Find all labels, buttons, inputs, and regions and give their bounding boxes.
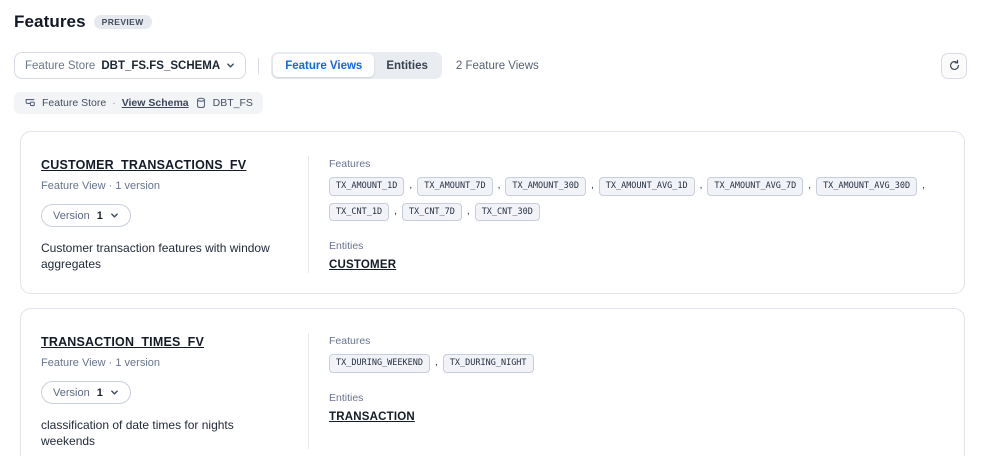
feature-chip: TX_CNT_30D <box>475 203 540 222</box>
feature-chip: TX_AMOUNT_1D <box>329 177 404 196</box>
feature-chip: TX_AMOUNT_7D <box>417 177 492 196</box>
feature-view-description: classification of date times for nights … <box>41 417 291 449</box>
card-details: Features TX_AMOUNT_1D,TX_AMOUNT_7D,TX_AM… <box>309 156 944 273</box>
entity-link[interactable]: TRANSACTION <box>329 411 415 423</box>
version-dropdown[interactable]: Version 1 <box>41 381 131 404</box>
view-schema-link[interactable]: View Schema <box>122 97 189 109</box>
refresh-icon <box>948 59 961 72</box>
feature-chip: TX_AMOUNT_30D <box>505 177 586 196</box>
features-chip-list: TX_DURING_WEEKEND, TX_DURING_NIGHT <box>329 354 939 373</box>
breadcrumb: Feature Store · View Schema DBT_FS <box>14 92 263 114</box>
features-section-label: Features <box>329 335 944 347</box>
toolbar-divider <box>258 58 259 74</box>
features-chip-list: TX_AMOUNT_1D, TX_AMOUNT_7D, TX_AMOUNT_30D,… <box>329 177 939 221</box>
version-value: 1 <box>97 387 103 399</box>
breadcrumb-row: Feature Store · View Schema DBT_FS <box>14 92 971 114</box>
version-value: 1 <box>97 210 103 222</box>
version-label: Version <box>53 210 90 222</box>
breadcrumb-separator: · <box>112 97 116 109</box>
chevron-down-icon <box>226 61 235 70</box>
feature-view-card: TRANSACTION_TIMES_FV Feature View · 1 ve… <box>20 308 965 456</box>
refresh-button[interactable] <box>941 53 967 79</box>
database-icon <box>195 97 207 109</box>
feature-store-selector[interactable]: Feature Store DBT_FS.FS_SCHEMA <box>14 52 246 79</box>
features-section-label: Features <box>329 158 944 170</box>
chip-separator: , <box>700 181 703 191</box>
breadcrumb-store-label: Feature Store <box>42 97 106 109</box>
feature-view-card: CUSTOMER_TRANSACTIONS_FV Feature View · … <box>20 131 965 294</box>
preview-badge: PREVIEW <box>94 15 152 30</box>
feature-view-description: Customer transaction features with windo… <box>41 240 291 272</box>
chip-separator: , <box>498 181 501 191</box>
page-title: Features <box>14 12 86 32</box>
feature-store-label: Feature Store <box>25 60 95 72</box>
feature-chip: TX_CNT_1D <box>329 203 389 222</box>
chevron-down-icon <box>110 211 119 220</box>
view-tabs: Feature Views Entities <box>271 52 442 79</box>
feature-view-title-link[interactable]: TRANSACTION_TIMES_FV <box>41 335 204 349</box>
feature-chip: TX_AMOUNT_AVG_1D <box>599 177 695 196</box>
toolbar: Feature Store DBT_FS.FS_SCHEMA Feature V… <box>14 52 967 79</box>
entities-section: Entities TRANSACTION <box>329 392 944 425</box>
version-label: Version <box>53 387 90 399</box>
feature-chip: TX_AMOUNT_AVG_30D <box>816 177 917 196</box>
breadcrumb-database-name: DBT_FS <box>213 97 253 109</box>
chip-separator: , <box>591 181 594 191</box>
chip-separator: , <box>808 181 811 191</box>
feature-chip: TX_AMOUNT_AVG_7D <box>707 177 803 196</box>
entities-section-label: Entities <box>329 240 944 252</box>
feature-view-subtitle: Feature View · 1 version <box>41 357 292 369</box>
entities-section-label: Entities <box>329 392 944 404</box>
version-dropdown[interactable]: Version 1 <box>41 204 131 227</box>
entities-section: Entities CUSTOMER <box>329 240 944 273</box>
feature-chip: TX_CNT_7D <box>402 203 462 222</box>
card-summary: TRANSACTION_TIMES_FV Feature View · 1 ve… <box>41 333 309 449</box>
chip-separator: , <box>922 181 925 191</box>
feature-chip: TX_DURING_WEEKEND <box>329 354 430 373</box>
chip-separator: , <box>467 207 470 217</box>
feature-store-value: DBT_FS.FS_SCHEMA <box>101 60 220 72</box>
tab-entities[interactable]: Entities <box>374 54 440 77</box>
tab-feature-views[interactable]: Feature Views <box>273 54 374 77</box>
page-header: Features PREVIEW <box>0 0 985 32</box>
chip-separator: , <box>409 181 412 191</box>
schema-icon <box>24 97 36 109</box>
chevron-down-icon <box>110 388 119 397</box>
feature-view-subtitle: Feature View · 1 version <box>41 180 292 192</box>
card-summary: CUSTOMER_TRANSACTIONS_FV Feature View · … <box>41 156 309 273</box>
feature-views-count: 2 Feature Views <box>456 60 539 72</box>
entity-link[interactable]: CUSTOMER <box>329 259 396 271</box>
chip-separator: , <box>394 207 397 217</box>
feature-chip: TX_DURING_NIGHT <box>443 354 534 373</box>
card-details: Features TX_DURING_WEEKEND, TX_DURING_NIG… <box>309 333 944 449</box>
feature-view-title-link[interactable]: CUSTOMER_TRANSACTIONS_FV <box>41 158 246 172</box>
chip-separator: , <box>435 358 438 368</box>
